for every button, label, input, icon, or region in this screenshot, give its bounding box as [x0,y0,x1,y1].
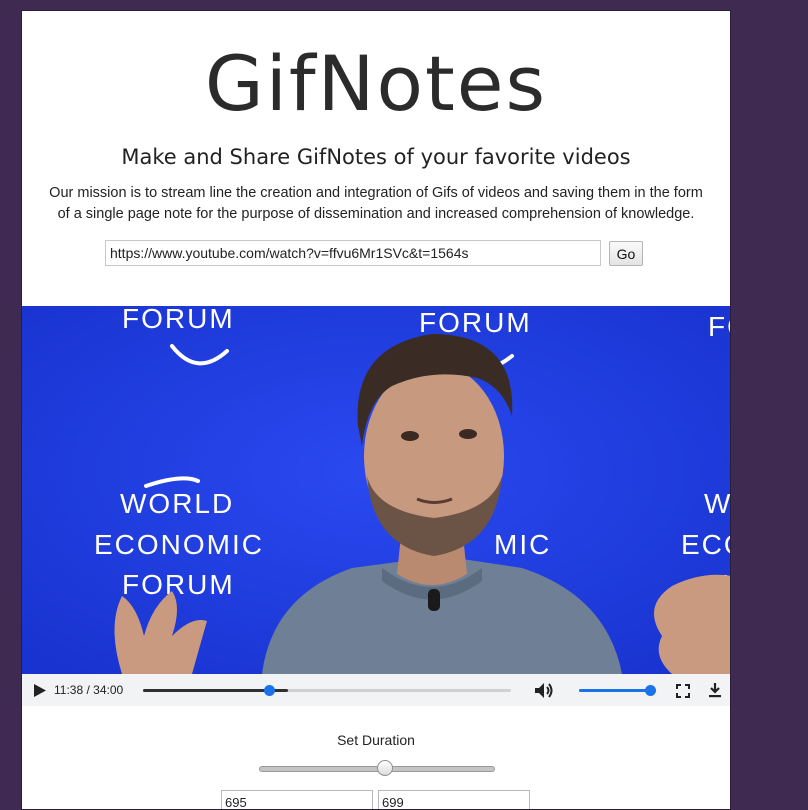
volume-icon[interactable] [534,682,554,699]
time-display: 11:38 / 34:00 [54,683,124,697]
backdrop-word-3: FORUM [122,569,235,600]
duration-slider-thumb[interactable] [377,760,394,776]
main-card: GifNotes Make and Share GifNotes of your… [21,10,731,810]
video-frame[interactable]: FORUM FORUM FO WORLD ECONOMIC FORUM W EC… [22,306,731,674]
volume-level [579,689,650,692]
backdrop-word-1: WORLD [120,488,234,519]
video-url-input[interactable] [105,240,601,266]
duration-slider[interactable] [259,760,495,776]
volume-slider[interactable] [579,685,656,696]
go-button[interactable]: Go [609,241,643,266]
start-time-input[interactable] [221,790,373,809]
backdrop-word-2: ECONOMIC [94,529,264,560]
fullscreen-icon[interactable] [676,684,690,698]
play-icon[interactable] [33,683,47,698]
backdrop-word-7: MIC [494,529,551,560]
download-icon[interactable] [708,682,722,698]
mission-statement: Our mission is to stream line the creati… [49,185,703,222]
player-controls: 11:38 / 34:00 [22,674,730,706]
volume-thumb[interactable] [645,685,656,696]
set-duration-label: Set Duration [337,732,415,748]
backdrop-logo-3: FO [708,311,731,342]
video-image: FORUM FORUM FO WORLD ECONOMIC FORUM W EC… [22,306,731,674]
backdrop-word-4: W [704,488,731,519]
backdrop-logo-2: FORUM [419,307,532,338]
seek-thumb[interactable] [263,685,275,696]
backdrop-logo-1: FORUM [122,306,235,334]
app-logo: GifNotes [204,39,548,128]
end-time-input[interactable] [378,790,530,809]
backdrop-word-5: ECO [681,529,731,560]
seek-bar[interactable] [143,685,511,696]
tagline: Make and Share GifNotes of your favorite… [121,145,631,169]
